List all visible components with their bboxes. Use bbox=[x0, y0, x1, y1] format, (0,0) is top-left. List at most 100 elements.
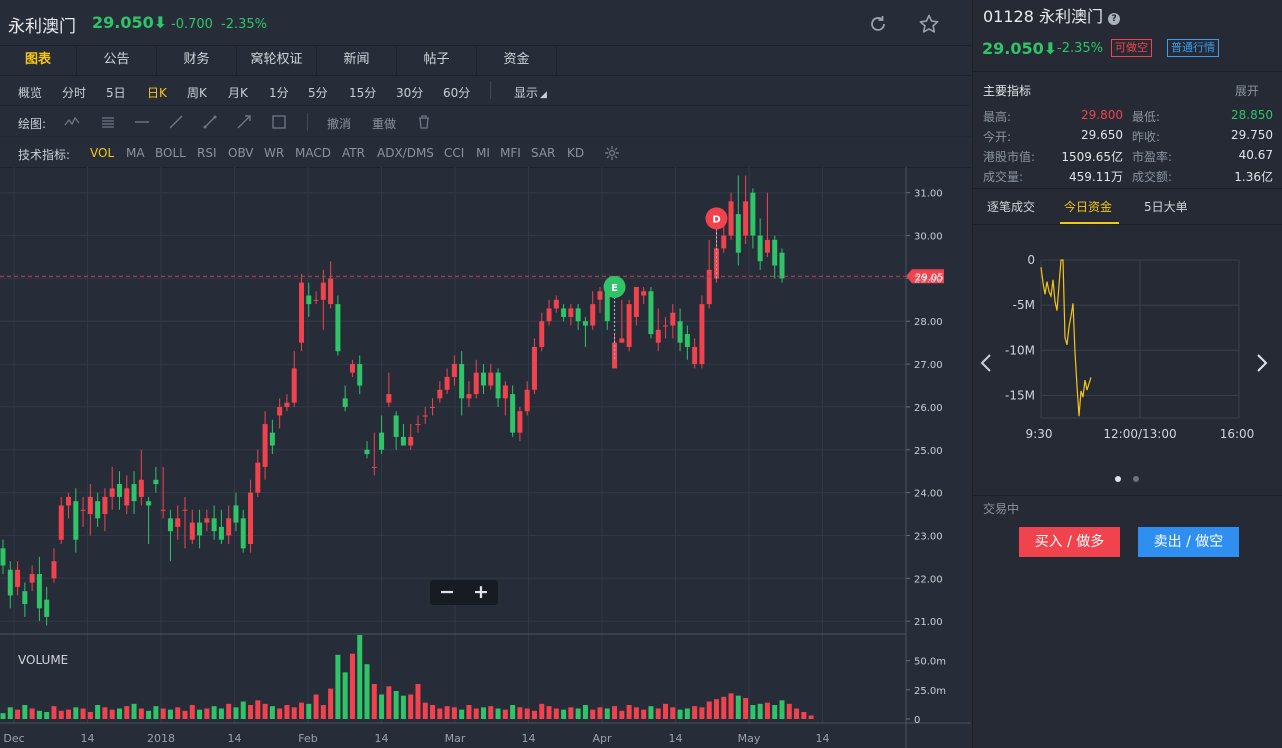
volume-bar bbox=[44, 712, 50, 719]
indicator-adx-dms[interactable]: ADX/DMS bbox=[377, 146, 434, 160]
indicator-obv[interactable]: OBV bbox=[228, 146, 254, 160]
candle-body bbox=[692, 346, 698, 365]
main-tabs: 图表 公告 财务 窝轮权证 新闻 帖子 资金 bbox=[0, 46, 971, 76]
period-1min[interactable]: 1分 bbox=[269, 84, 289, 101]
tab-posts[interactable]: 帖子 bbox=[397, 46, 477, 76]
pager-dot[interactable] bbox=[1133, 476, 1139, 482]
polyline-tool-icon[interactable] bbox=[64, 114, 80, 130]
volume-bar bbox=[51, 706, 57, 719]
indicator-macd[interactable]: MACD bbox=[295, 146, 331, 160]
segment-line-icon[interactable] bbox=[202, 114, 218, 130]
stat-volume: 459.11万 bbox=[1069, 170, 1123, 184]
stock-header: 永利澳门 29.050⬇ -0.700 -2.35% bbox=[0, 0, 971, 46]
gear-icon[interactable] bbox=[604, 145, 620, 161]
candle-body bbox=[342, 398, 348, 407]
tab-chart[interactable]: 图表 bbox=[0, 46, 77, 76]
arrow-line-icon[interactable] bbox=[236, 114, 252, 130]
chevron-left-icon[interactable] bbox=[979, 353, 993, 373]
candle-body bbox=[517, 411, 523, 433]
indicator-atr[interactable]: ATR bbox=[342, 146, 365, 160]
kline-chart[interactable]: 29.05DE Dec 14 2018 14 Feb 14 Mar 14 Apr 14 May 143… bbox=[0, 167, 971, 748]
volume-bar bbox=[175, 707, 181, 719]
tab-tick-trades[interactable]: 逐笔成交 bbox=[987, 198, 1035, 215]
buy-button[interactable]: 买入 / 做多 bbox=[1019, 527, 1120, 557]
candle-body bbox=[357, 364, 363, 386]
volume-bar bbox=[546, 706, 552, 719]
indicator-bar: 技术指标: VOL MA BOLL RSI OBV WR MACD ATR AD… bbox=[0, 138, 971, 168]
zoom-out-button[interactable]: − bbox=[430, 580, 464, 605]
period-overview[interactable]: 概览 bbox=[18, 84, 42, 101]
tab-5day-orders[interactable]: 5日大单 bbox=[1144, 198, 1188, 215]
candle-body bbox=[575, 308, 581, 322]
x-tick-label: 14 bbox=[81, 732, 95, 745]
volume-bar bbox=[786, 703, 792, 719]
tab-capital[interactable]: 资金 bbox=[477, 46, 557, 76]
indicator-rsi[interactable]: RSI bbox=[197, 146, 217, 160]
indicator-sar[interactable]: SAR bbox=[531, 146, 555, 160]
period-daily[interactable]: 日K bbox=[147, 84, 167, 101]
volume-bar bbox=[255, 700, 261, 719]
candle-body bbox=[561, 308, 567, 317]
candle-body bbox=[590, 304, 596, 326]
indicator-kd[interactable]: KD bbox=[567, 146, 584, 160]
candle-body bbox=[116, 484, 122, 497]
period-60min[interactable]: 60分 bbox=[443, 84, 470, 101]
horizontal-line-icon[interactable] bbox=[134, 114, 150, 130]
display-menu[interactable]: 显示 ◢ bbox=[514, 84, 547, 101]
ray-line-icon[interactable] bbox=[168, 114, 184, 130]
quote-type-badge[interactable]: 普通行情 bbox=[1167, 39, 1219, 57]
candle-body bbox=[393, 415, 399, 437]
redo-button[interactable]: 重做 bbox=[372, 115, 396, 132]
sell-button[interactable]: 卖出 / 做空 bbox=[1138, 527, 1239, 557]
indicator-ma[interactable]: MA bbox=[126, 146, 145, 160]
period-15min[interactable]: 15分 bbox=[349, 84, 376, 101]
period-monthly[interactable]: 月K bbox=[228, 84, 248, 101]
volume-bar bbox=[320, 705, 326, 719]
candle-body bbox=[779, 252, 785, 279]
candle-body bbox=[255, 462, 261, 493]
indicator-boll[interactable]: BOLL bbox=[155, 146, 186, 160]
candle-body bbox=[735, 214, 741, 253]
indicator-mfi[interactable]: MFI bbox=[500, 146, 521, 160]
indicator-cci[interactable]: CCI bbox=[444, 146, 464, 160]
zoom-in-button[interactable]: + bbox=[464, 580, 498, 605]
volume-bar bbox=[531, 710, 537, 719]
tab-today-capital[interactable]: 今日资金 bbox=[1064, 198, 1112, 215]
volume-bar bbox=[15, 709, 21, 719]
candle-body bbox=[721, 235, 727, 249]
y-tick-label: 25.00 bbox=[914, 446, 943, 457]
volume-bar bbox=[604, 708, 610, 719]
star-icon[interactable] bbox=[918, 13, 940, 35]
divider bbox=[973, 71, 1282, 72]
stat-label: 今开: bbox=[983, 130, 1012, 144]
volume-bar bbox=[95, 705, 101, 719]
tab-warrants[interactable]: 窝轮权证 bbox=[237, 46, 317, 76]
period-30min[interactable]: 30分 bbox=[396, 84, 423, 101]
candle-body bbox=[131, 484, 137, 502]
x-tick-label: 14 bbox=[522, 732, 536, 745]
period-5min[interactable]: 5分 bbox=[308, 84, 328, 101]
tab-finance[interactable]: 财务 bbox=[157, 46, 237, 76]
rectangle-tool-icon[interactable] bbox=[271, 114, 287, 130]
candle-body bbox=[626, 304, 632, 347]
refresh-icon[interactable] bbox=[867, 13, 889, 35]
chevron-right-icon[interactable] bbox=[1255, 353, 1269, 373]
period-weekly[interactable]: 周K bbox=[187, 84, 207, 101]
tab-announcements[interactable]: 公告 bbox=[77, 46, 157, 76]
indicator-wr[interactable]: WR bbox=[264, 146, 284, 160]
period-intraday[interactable]: 分时 bbox=[62, 84, 86, 101]
tab-news[interactable]: 新闻 bbox=[317, 46, 397, 76]
parallel-lines-icon[interactable] bbox=[100, 114, 116, 130]
expand-button[interactable]: 展开 bbox=[1235, 82, 1259, 99]
quote-panel: 01128 永利澳门 ? 29.050⬇ -2.35% 可做空 普通行情 主要指… bbox=[972, 0, 1282, 748]
help-icon[interactable]: ? bbox=[1108, 13, 1121, 25]
pager-dot-active[interactable] bbox=[1115, 476, 1121, 482]
undo-button[interactable]: 撤消 bbox=[327, 115, 351, 132]
stat-low: 28.850 bbox=[1231, 108, 1273, 122]
indicator-vol[interactable]: VOL bbox=[90, 146, 114, 160]
period-5day[interactable]: 5日 bbox=[106, 84, 126, 101]
divider bbox=[973, 495, 1282, 496]
indicator-mi[interactable]: MI bbox=[476, 146, 490, 160]
volume-bar bbox=[444, 706, 450, 719]
trash-icon[interactable] bbox=[416, 114, 432, 130]
